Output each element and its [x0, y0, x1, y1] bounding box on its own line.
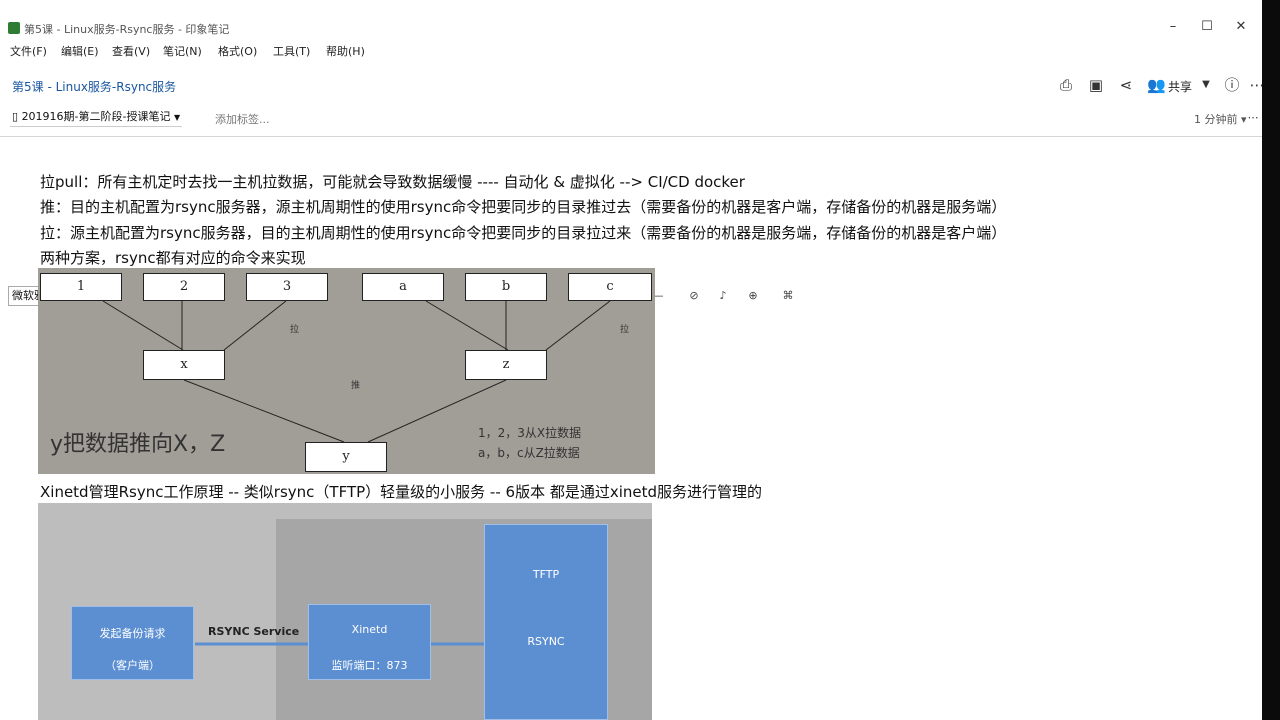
- more-formatting-icon[interactable]: ⌘: [780, 288, 796, 304]
- add-tag-input[interactable]: 添加标签...: [215, 111, 270, 127]
- content-line[interactable]: 拉：源主机配置为rsync服务器，目的主机周期性的使用rsync命令把要同步的目…: [40, 222, 1006, 243]
- notebook-selector[interactable]: ▯ 201916期-第二阶段-授课笔记 ▼: [10, 108, 183, 127]
- present-icon[interactable]: ▣: [1087, 76, 1105, 94]
- format-toolbar: 微软雅黑▼ 14▼ a ▼ B I U T ✎ {} ☰ ☷ ☑ ≡ ▼ ⇤ ⇥…: [0, 142, 1262, 306]
- content-line[interactable]: 拉pull：所有主机定时去找一主机拉数据，可能就会导致数据缓慢 ---- 自动化…: [40, 171, 745, 192]
- minimize-icon[interactable]: –: [1158, 18, 1188, 36]
- content-line[interactable]: 推：目的主机配置为rsync服务器，源主机周期性的使用rsync命令把要同步的目…: [40, 196, 1006, 217]
- screen-edge: [1262, 0, 1280, 720]
- xinetd-box: Xinetd 监听端口：873: [308, 604, 431, 680]
- people-icon[interactable]: 👥: [1147, 76, 1166, 94]
- xinetd-label: Xinetd: [351, 623, 388, 636]
- menu-file[interactable]: 文件(F): [10, 43, 47, 59]
- diagram-note: 1，2，3从X拉数据: [478, 426, 582, 440]
- close-icon[interactable]: ✕: [1226, 18, 1256, 36]
- maximize-icon[interactable]: ☐: [1192, 18, 1222, 36]
- port-label: 监听端口：873: [331, 659, 408, 672]
- print-icon[interactable]: ⎙: [1057, 76, 1075, 94]
- menu-bar: 文件(F) 编辑(E) 查看(V) 笔记(N) 格式(O) 工具(T) 帮助(H…: [0, 43, 1262, 63]
- menu-help[interactable]: 帮助(H): [326, 43, 365, 59]
- menu-view[interactable]: 查看(V): [112, 43, 150, 59]
- menu-note[interactable]: 笔记(N): [163, 43, 202, 59]
- menu-edit[interactable]: 编辑(E): [61, 43, 99, 59]
- node-box: b: [465, 273, 547, 301]
- menu-tools[interactable]: 工具(T): [273, 43, 310, 59]
- info-icon[interactable]: ⓘ: [1223, 76, 1241, 94]
- attachment-icon[interactable]: ⊘: [686, 288, 702, 304]
- node-box-y: y: [305, 442, 387, 472]
- share-network-icon[interactable]: ⋖: [1117, 76, 1135, 94]
- more-icon[interactable]: ⋯: [1248, 76, 1263, 94]
- evernote-window: 第5课 - Linux服务-Rsync服务 - 印象笔记 – ☐ ✕ 文件(F)…: [0, 0, 1262, 720]
- notebook-name: 201916期-第二阶段-授课笔记: [21, 110, 171, 123]
- record-audio-icon[interactable]: ♪: [715, 288, 731, 304]
- menu-format[interactable]: 格式(O): [218, 43, 257, 59]
- note-title[interactable]: 第5课 - Linux服务-Rsync服务: [12, 78, 176, 95]
- notebook-icon: ▯: [12, 110, 19, 123]
- tftp-label: TFTP: [532, 568, 560, 581]
- services-box: TFTP RSYNC: [484, 524, 608, 720]
- share-button[interactable]: 共享: [1168, 78, 1192, 95]
- node-box-x: x: [143, 350, 225, 380]
- more-icon[interactable]: ⋯: [1244, 109, 1262, 127]
- chevron-down-icon: ▼: [174, 113, 181, 122]
- node-box: 2: [143, 273, 225, 301]
- node-box: a: [362, 273, 444, 301]
- diagram-note: a，b，c从Z拉数据: [478, 446, 580, 460]
- rsync-label: RSYNC: [527, 635, 565, 648]
- pull-label: 拉: [620, 325, 630, 335]
- push-pull-diagram: 1 2 3 a b c x z y 拉 拉 推 y把数据推向X，Z 1，2，3从…: [38, 268, 655, 474]
- content-line[interactable]: 两种方案，rsync都有对应的命令来实现: [40, 247, 306, 268]
- content-line[interactable]: Xinetd管理Rsync工作原理 -- 类似rsync（TFTP）轻量级的小服…: [40, 481, 762, 502]
- evernote-logo-icon: [8, 22, 20, 34]
- diagram-caption: y把数据推向X，Z: [50, 432, 226, 457]
- node-box: 1: [40, 273, 122, 301]
- chevron-down-icon[interactable]: ▼: [1197, 76, 1215, 94]
- window-title: 第5课 - Linux服务-Rsync服务 - 印象笔记: [24, 23, 230, 36]
- rsync-service-label: RSYNC Service: [208, 625, 300, 638]
- node-box: 3: [246, 273, 328, 301]
- title-bar: 第5课 - Linux服务-Rsync服务 - 印象笔记 – ☐ ✕: [0, 0, 1262, 40]
- node-box: c: [568, 273, 652, 301]
- encrypt-icon[interactable]: ⊕: [745, 288, 761, 304]
- modified-time: 1 分钟前 ▾: [1194, 113, 1247, 126]
- node-box-z: z: [465, 350, 547, 380]
- push-label: 推: [351, 381, 361, 391]
- divider: [0, 136, 1262, 137]
- pull-label: 拉: [290, 325, 300, 335]
- xinetd-diagram: 发起备份请求 （客户端） RSYNC Service Xinetd 监听端口：8…: [38, 503, 652, 720]
